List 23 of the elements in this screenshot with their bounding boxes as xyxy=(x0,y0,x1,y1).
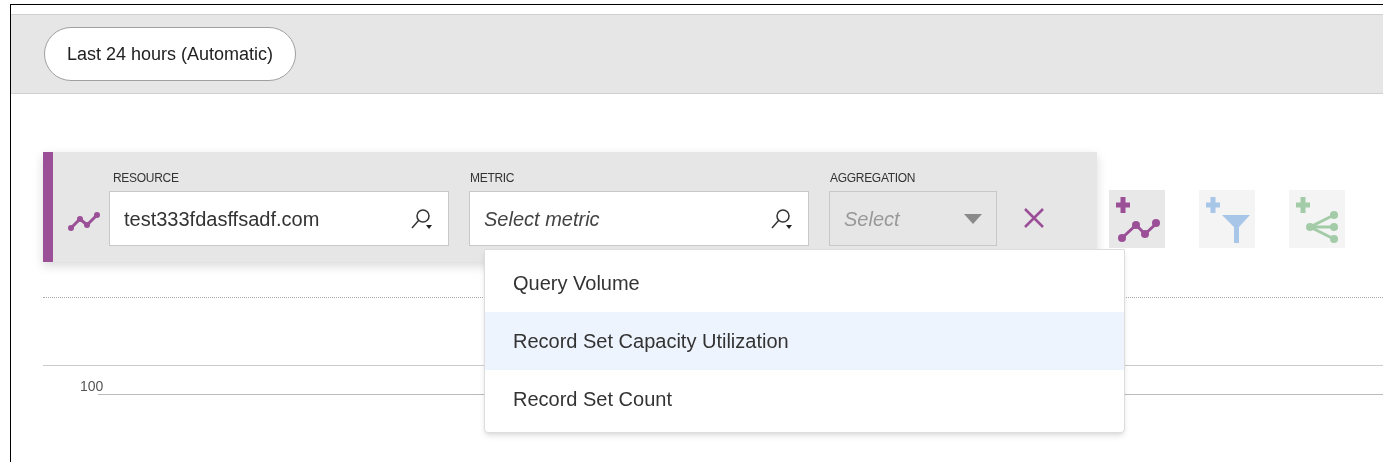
resource-field[interactable]: test333fdasffsadf.com xyxy=(109,191,449,246)
dropdown-option[interactable]: Query Volume xyxy=(485,254,1124,312)
field-label: RESOURCE xyxy=(113,170,180,187)
add-filter-icon xyxy=(1204,195,1250,243)
line-chart-icon xyxy=(67,210,101,232)
search-icon xyxy=(770,206,794,231)
add-line-chart-icon xyxy=(1114,195,1160,243)
dropdown-option[interactable]: Record Set Capacity Utilization xyxy=(485,312,1124,370)
field-label: METRIC xyxy=(470,170,516,187)
dropdown-option[interactable]: Record Set Count xyxy=(485,370,1124,428)
close-icon xyxy=(1023,207,1045,229)
axis-tick-label: 100 xyxy=(80,378,105,394)
time-range-button[interactable]: Last 24 hours (Automatic) xyxy=(44,27,297,81)
metric-field[interactable]: Select metric xyxy=(469,191,809,246)
aggregation-placeholder: Select xyxy=(844,206,900,232)
metric-placeholder: Select metric xyxy=(484,206,600,232)
caret-icon xyxy=(964,213,982,224)
close-button[interactable] xyxy=(1023,206,1047,230)
field-label: AGGREGATION xyxy=(830,170,917,187)
add-split-icon xyxy=(1294,195,1340,243)
resource-value: test333fdasffsadf.com xyxy=(124,206,320,232)
search-icon xyxy=(410,206,434,231)
add-metric-button[interactable] xyxy=(1109,190,1165,248)
